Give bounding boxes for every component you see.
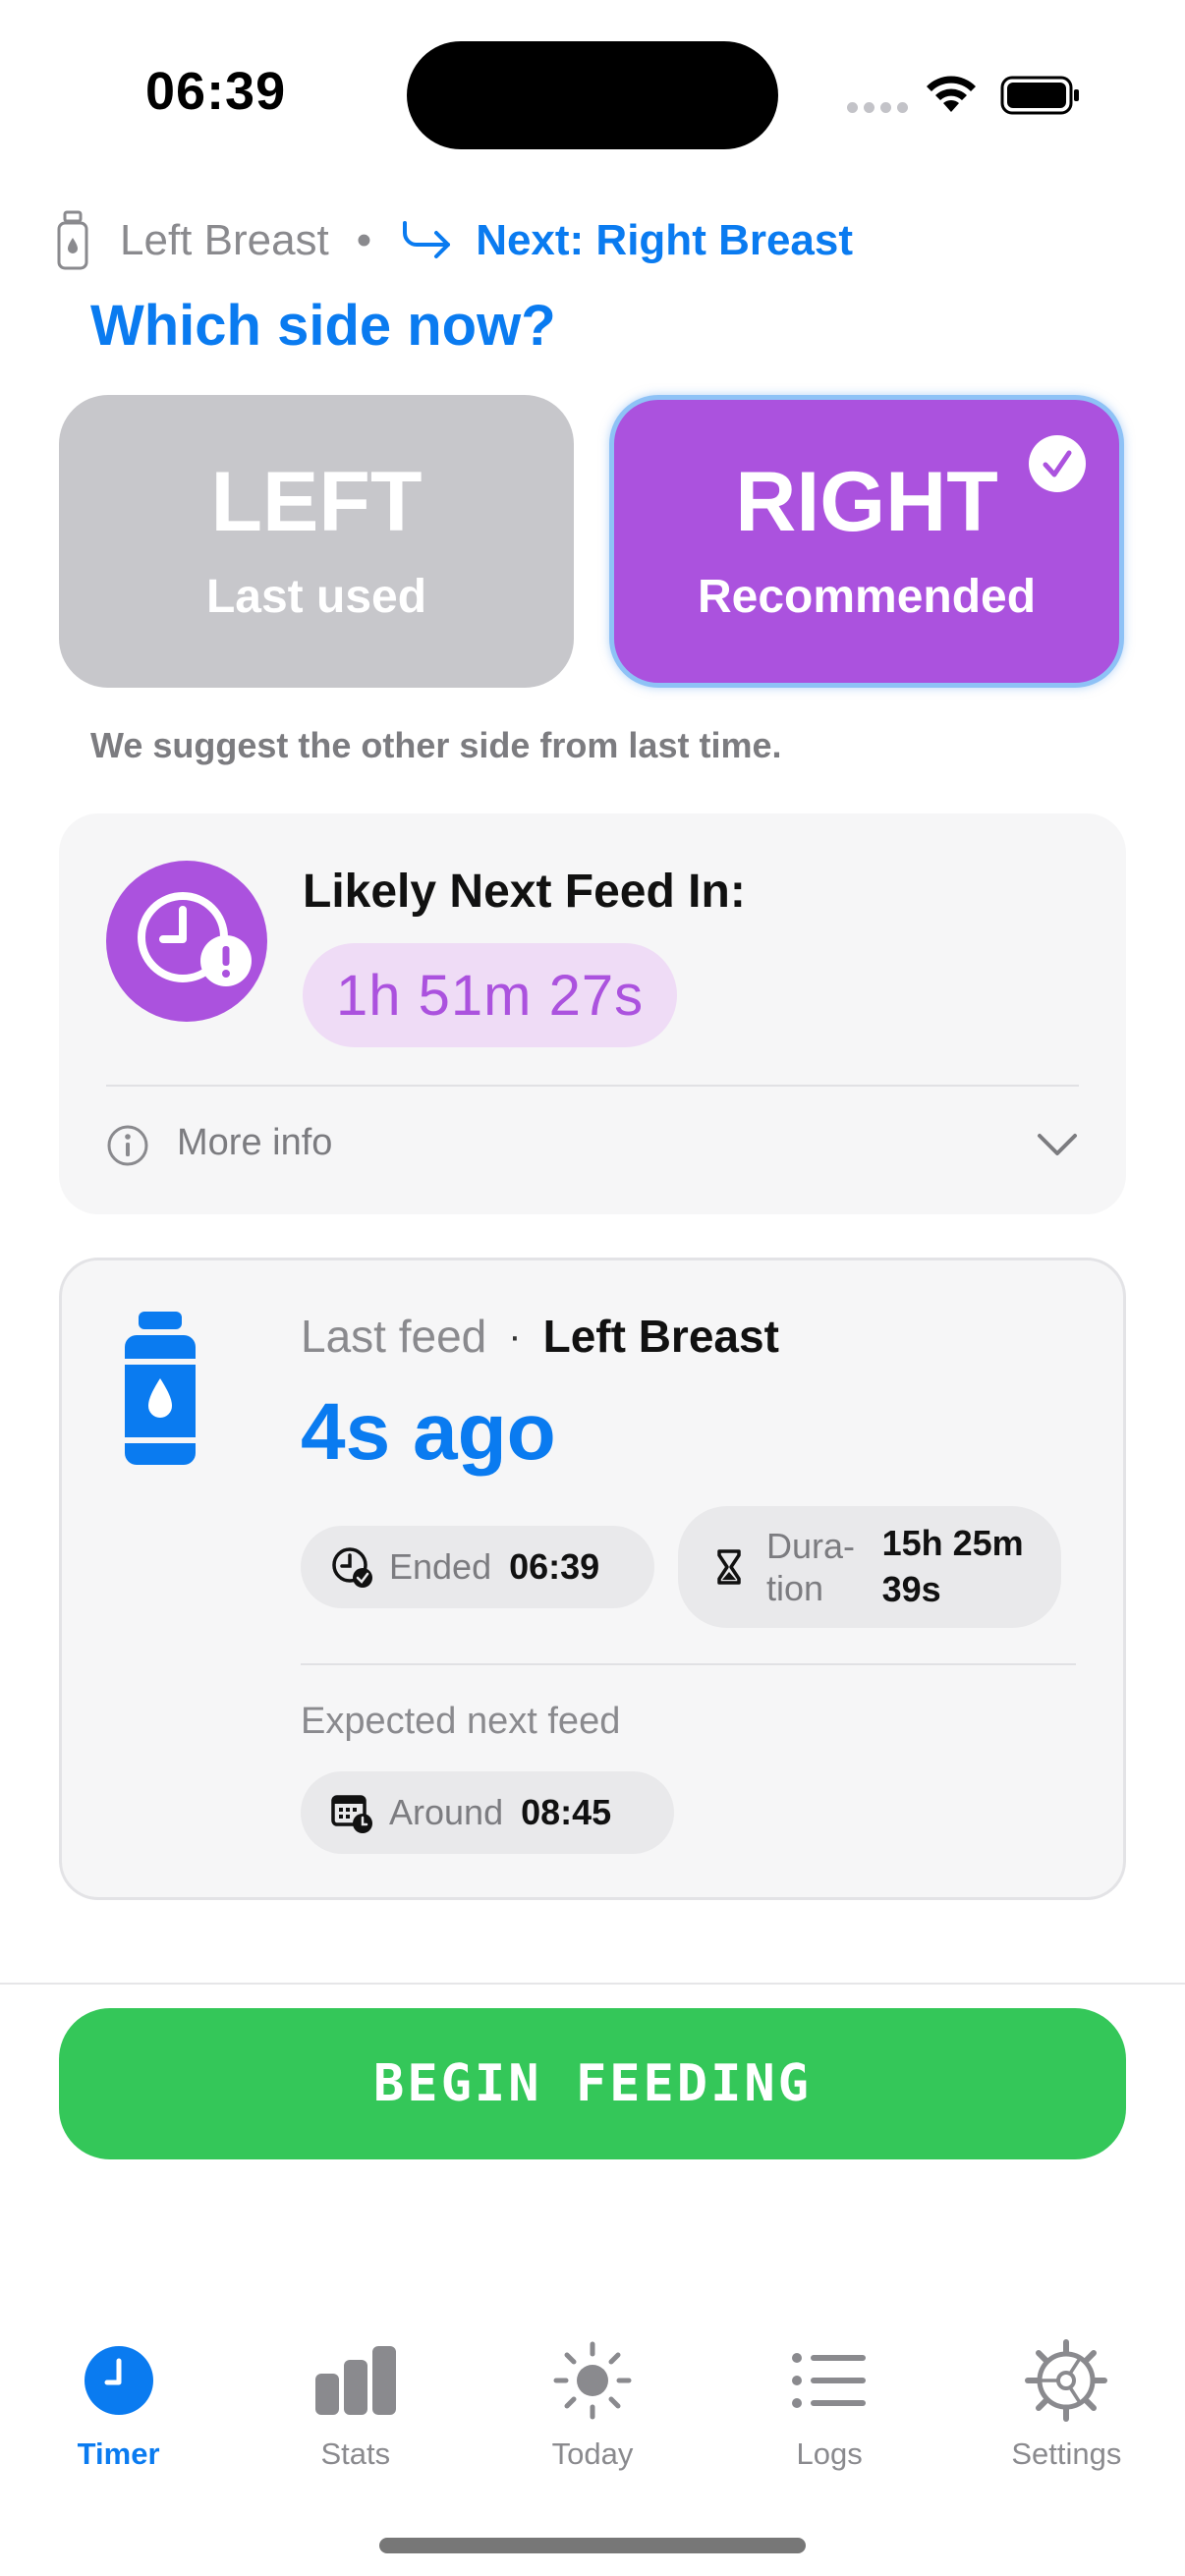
arrow-turn-right-icon	[403, 221, 451, 258]
suggestion-text: We suggest the other side from last time…	[90, 725, 782, 765]
tab-label: Logs	[796, 2436, 863, 2471]
divider	[301, 1663, 1076, 1665]
list-icon	[792, 2353, 867, 2408]
expected-next-label: Expected next feed	[301, 1701, 621, 1742]
clock-alert-icon	[106, 861, 267, 1022]
tab-bar: Timer Stats Today Logs Settings	[0, 2338, 1185, 2486]
left-side-button[interactable]: LEFT Last used	[59, 395, 574, 688]
battery-icon	[1000, 76, 1079, 115]
tab-label: Today	[551, 2436, 634, 2471]
tab-timer[interactable]: Timer	[0, 2338, 237, 2486]
around-label: Around	[389, 1792, 504, 1832]
bottle-icon	[125, 1312, 196, 1465]
calendar-clock-icon	[331, 1795, 372, 1833]
divider	[0, 1983, 1185, 1985]
tab-stats[interactable]: Stats	[237, 2338, 474, 2486]
current-side-label: Left Breast	[120, 216, 329, 264]
next-feed-title: Likely Next Feed In:	[303, 866, 746, 918]
checkmark-icon	[1029, 435, 1086, 492]
tab-label: Settings	[1011, 2436, 1122, 2471]
header-separator: •	[356, 216, 372, 264]
left-side-sublabel: Last used	[205, 570, 427, 623]
home-indicator	[379, 2538, 806, 2553]
chevron-down-icon[interactable]	[1036, 1130, 1079, 1159]
begin-feeding-button[interactable]: BEGIN FEEDING	[59, 2008, 1126, 2159]
tab-today[interactable]: Today	[474, 2338, 710, 2486]
duration-value: 15h 25m 39s	[881, 1523, 1024, 1609]
duration-label: Dura-tion	[766, 1525, 856, 1608]
gear-icon	[1025, 2339, 1108, 2422]
next-side-label: Next: Right Breast	[476, 216, 854, 264]
last-feed-ago: 4s ago	[301, 1387, 556, 1477]
bottle-icon	[57, 210, 88, 270]
chart-bars-icon	[314, 2346, 396, 2415]
left-side-label: LEFT	[210, 454, 423, 549]
ended-value: 06:39	[509, 1546, 600, 1587]
hourglass-icon	[717, 1549, 741, 1585]
right-side-button[interactable]: RIGHT Recommended	[609, 395, 1124, 688]
expected-pill: Around 08:45	[301, 1771, 674, 1854]
status-bar: 06:39	[0, 0, 1185, 187]
ended-label: Ended	[389, 1546, 492, 1587]
info-icon	[107, 1125, 148, 1166]
last-feed-header: Last feed · Left Breast	[301, 1310, 779, 1363]
last-feed-card: Last feed · Left Breast 4s ago Ended 06:…	[59, 1258, 1126, 1900]
last-feed-side: Left Breast	[542, 1311, 779, 1362]
next-feed-card: Likely Next Feed In: 1h 51m 27s More inf…	[59, 813, 1126, 1214]
right-side-label: RIGHT	[735, 454, 998, 549]
sun-icon	[553, 2341, 632, 2420]
dynamic-island	[407, 41, 778, 149]
tab-logs[interactable]: Logs	[711, 2338, 948, 2486]
ended-pill: Ended 06:39	[301, 1526, 654, 1608]
divider	[106, 1085, 1079, 1087]
last-feed-separator: ·	[508, 1314, 522, 1358]
status-time: 06:39	[145, 62, 287, 121]
cellular-signal-icon	[847, 102, 908, 113]
countdown-value: 1h 51m 27s	[303, 943, 678, 1047]
tab-settings[interactable]: Settings	[948, 2338, 1185, 2486]
tab-label: Stats	[320, 2436, 391, 2471]
duration-pill: Dura-tion 15h 25m 39s	[678, 1506, 1061, 1628]
wifi-icon	[927, 76, 976, 112]
right-side-sublabel: Recommended	[697, 570, 1037, 623]
around-value: 08:45	[521, 1792, 612, 1832]
page-title: Which side now?	[90, 294, 556, 358]
side-header: Left Breast • Next: Right Breast	[55, 206, 853, 275]
clock-check-icon	[332, 1547, 372, 1588]
last-feed-label: Last feed	[301, 1311, 487, 1362]
timer-icon	[84, 2346, 153, 2415]
tab-label: Timer	[77, 2436, 160, 2471]
more-info-toggle[interactable]: More info	[177, 1122, 332, 1164]
